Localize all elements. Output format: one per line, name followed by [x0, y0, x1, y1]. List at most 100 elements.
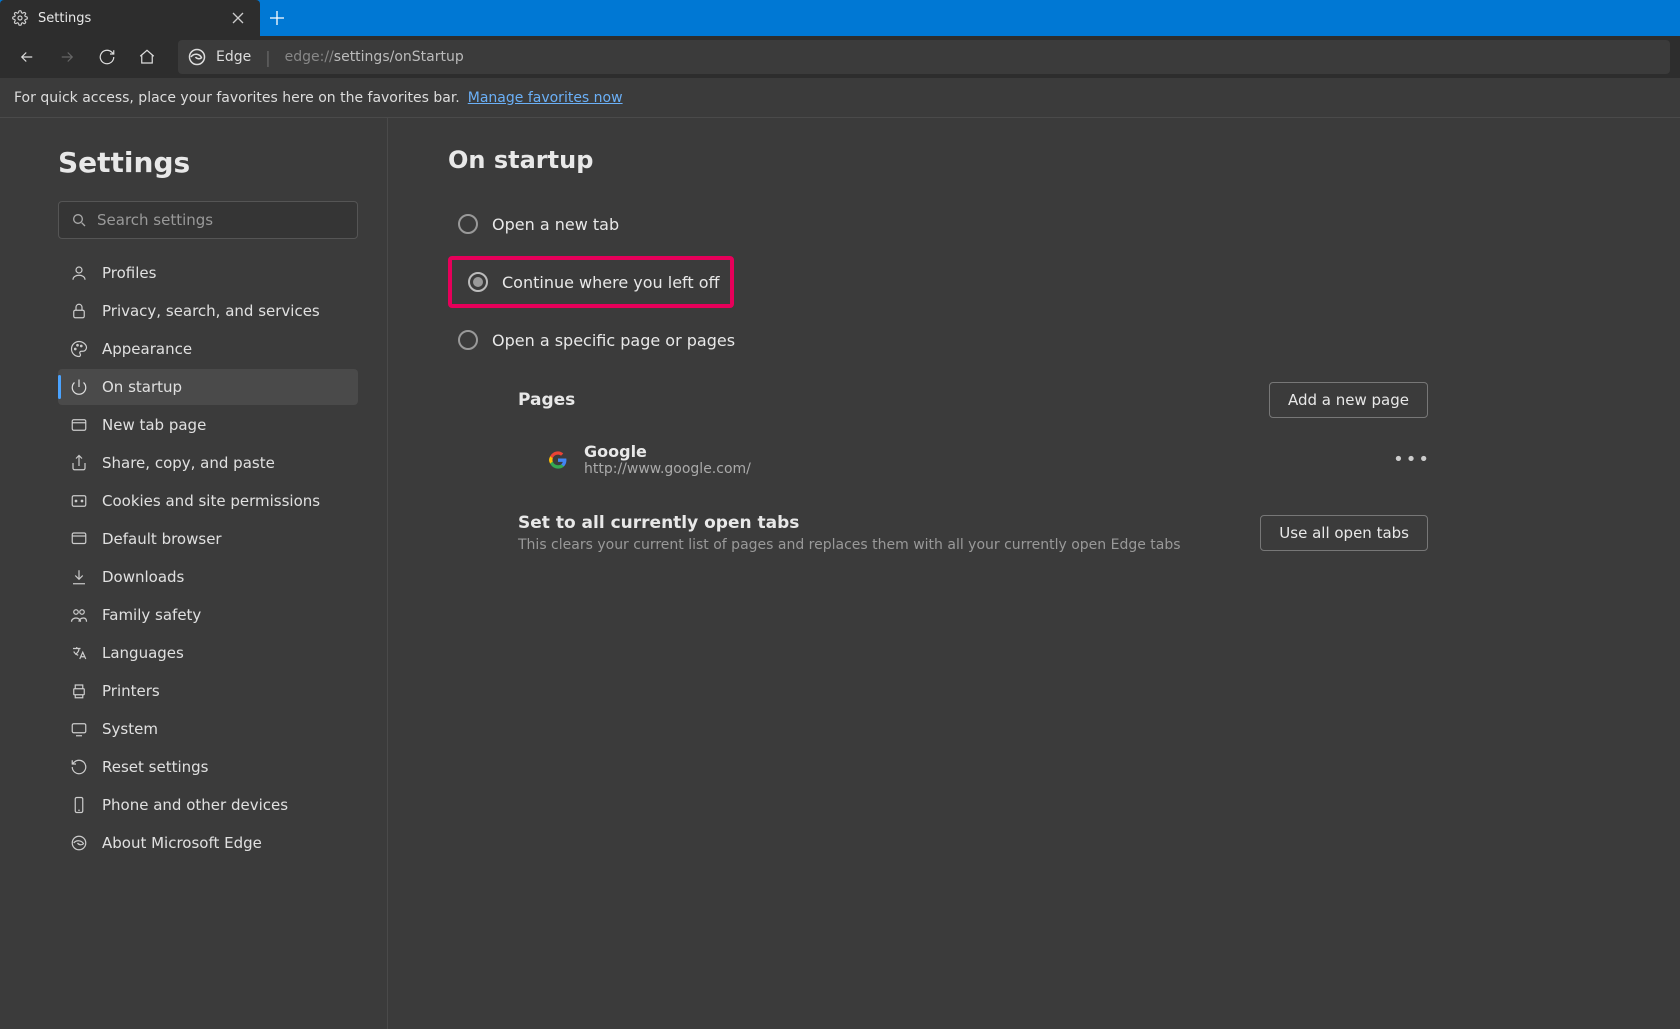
nav-label: Languages: [102, 644, 184, 662]
favorites-bar: For quick access, place your favorites h…: [0, 78, 1680, 118]
browser-icon: [70, 530, 88, 548]
nav-system[interactable]: System: [58, 711, 358, 747]
settings-title: Settings: [58, 146, 369, 179]
nav-new-tab[interactable]: New tab page: [58, 407, 358, 443]
printer-icon: [70, 682, 88, 700]
nav-default-browser[interactable]: Default browser: [58, 521, 358, 557]
search-input[interactable]: [97, 211, 345, 229]
address-separator: |: [265, 48, 270, 67]
forward-button[interactable]: [50, 40, 84, 74]
nav-label: Reset settings: [102, 758, 209, 776]
tab-strip: Settings: [0, 0, 294, 36]
nav-cookies[interactable]: Cookies and site permissions: [58, 483, 358, 519]
option-open-new-tab[interactable]: Open a new tab: [448, 202, 1650, 246]
nav-on-startup[interactable]: On startup: [58, 369, 358, 405]
add-page-button[interactable]: Add a new page: [1269, 382, 1428, 418]
nav-label: Downloads: [102, 568, 184, 586]
new-tab-button[interactable]: [260, 0, 294, 36]
nav-label: New tab page: [102, 416, 206, 434]
nav-label: Profiles: [102, 264, 156, 282]
nav-label: Default browser: [102, 530, 222, 548]
gear-icon: [12, 10, 28, 26]
page-info: Google http://www.google.com/: [584, 442, 1380, 477]
edge-icon: [70, 834, 88, 852]
page-title: Google: [584, 442, 1380, 461]
manage-favorites-link[interactable]: Manage favorites now: [468, 90, 623, 106]
tab-title: Settings: [38, 11, 218, 26]
favorites-text: For quick access, place your favorites h…: [14, 90, 460, 106]
reset-icon: [70, 758, 88, 776]
startup-options: Open a new tab Continue where you left o…: [448, 202, 1650, 362]
address-url: edge://settings/onStartup: [285, 49, 464, 65]
settings-content: On startup Open a new tab Continue where…: [388, 118, 1680, 1029]
set-all-description: This clears your current list of pages a…: [518, 537, 1181, 553]
content-heading: On startup: [448, 146, 1650, 174]
nav-label: Share, copy, and paste: [102, 454, 275, 472]
nav-label: Printers: [102, 682, 160, 700]
nav-label: Cookies and site permissions: [102, 492, 320, 510]
page-more-button[interactable]: •••: [1396, 444, 1428, 476]
nav-downloads[interactable]: Downloads: [58, 559, 358, 595]
nav-label: Family safety: [102, 606, 201, 624]
nav-privacy[interactable]: Privacy, search, and services: [58, 293, 358, 329]
nav-appearance[interactable]: Appearance: [58, 331, 358, 367]
radio-circle: [458, 330, 478, 350]
set-all-title: Set to all currently open tabs: [518, 513, 1181, 533]
nav-languages[interactable]: Languages: [58, 635, 358, 671]
download-icon: [70, 568, 88, 586]
nav-printers[interactable]: Printers: [58, 673, 358, 709]
nav-family[interactable]: Family safety: [58, 597, 358, 633]
search-settings-field[interactable]: [58, 201, 358, 239]
edge-logo-icon: [188, 48, 206, 66]
nav-reset[interactable]: Reset settings: [58, 749, 358, 785]
nav-share[interactable]: Share, copy, and paste: [58, 445, 358, 481]
nav-label: About Microsoft Edge: [102, 834, 262, 852]
settings-nav: Profiles Privacy, search, and services A…: [58, 255, 358, 861]
highlight-annotation: Continue where you left off: [448, 256, 734, 308]
system-icon: [70, 720, 88, 738]
home-button[interactable]: [130, 40, 164, 74]
titlebar: Settings: [0, 0, 1680, 36]
page-entry-google: Google http://www.google.com/ •••: [518, 436, 1428, 483]
address-bar[interactable]: Edge | edge://settings/onStartup: [178, 40, 1670, 74]
nav-profiles[interactable]: Profiles: [58, 255, 358, 291]
radio-circle: [458, 214, 478, 234]
pages-header-row: Pages Add a new page: [518, 382, 1428, 418]
close-tab-button[interactable]: [228, 8, 248, 28]
option-label: Open a new tab: [492, 215, 619, 234]
nav-label: Privacy, search, and services: [102, 302, 320, 320]
nav-about[interactable]: About Microsoft Edge: [58, 825, 358, 861]
language-icon: [70, 644, 88, 662]
nav-label: On startup: [102, 378, 182, 396]
page-url: http://www.google.com/: [584, 461, 1380, 477]
option-specific-pages[interactable]: Open a specific page or pages: [448, 318, 1650, 362]
back-button[interactable]: [10, 40, 44, 74]
power-icon: [70, 378, 88, 396]
paint-icon: [70, 340, 88, 358]
pages-header: Pages: [518, 390, 575, 410]
google-favicon: [548, 450, 568, 470]
browser-tab-settings[interactable]: Settings: [0, 0, 260, 36]
browser-toolbar: Edge | edge://settings/onStartup: [0, 36, 1680, 78]
nav-label: Phone and other devices: [102, 796, 288, 814]
cookie-icon: [70, 492, 88, 510]
phone-icon: [70, 796, 88, 814]
nav-label: System: [102, 720, 158, 738]
option-continue[interactable]: Continue where you left off: [458, 260, 730, 304]
lock-icon: [70, 302, 88, 320]
address-label: Edge: [216, 49, 251, 65]
main-area: Settings Profiles Privacy, search, and s…: [0, 118, 1680, 1029]
profile-icon: [70, 264, 88, 282]
settings-sidebar: Settings Profiles Privacy, search, and s…: [0, 118, 388, 1029]
refresh-button[interactable]: [90, 40, 124, 74]
pages-subsection: Pages Add a new page Google http://www.g…: [518, 382, 1428, 553]
radio-circle: [468, 272, 488, 292]
nav-label: Appearance: [102, 340, 192, 358]
tab-icon: [70, 416, 88, 434]
option-label: Open a specific page or pages: [492, 331, 735, 350]
use-all-tabs-button[interactable]: Use all open tabs: [1260, 515, 1428, 551]
nav-phone[interactable]: Phone and other devices: [58, 787, 358, 823]
option-label: Continue where you left off: [502, 273, 720, 292]
family-icon: [70, 606, 88, 624]
set-all-tabs-section: Set to all currently open tabs This clea…: [518, 513, 1428, 553]
